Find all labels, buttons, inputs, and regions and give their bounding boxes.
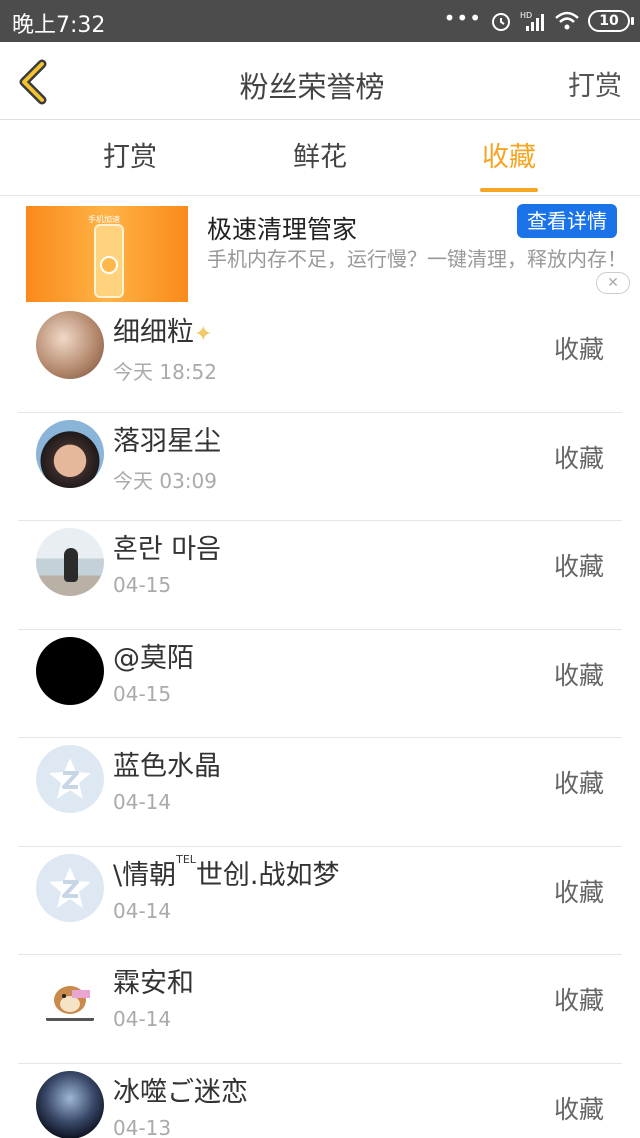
page-title: 粉丝荣誉榜 bbox=[239, 70, 385, 104]
speed-badge-icon bbox=[100, 256, 118, 274]
list-item[interactable]: 细细粒✦ 今天 18:52 收藏 bbox=[0, 304, 640, 413]
user-name: @莫陌 bbox=[113, 642, 194, 674]
hamster-avatar-icon bbox=[46, 986, 94, 1021]
ad-banner[interactable]: 手机加速 极速清理管家 查看详情 手机内存不足，运行慢？一键清理，释放内存！ ✕ bbox=[0, 196, 640, 304]
item-action: 收藏 bbox=[553, 335, 604, 364]
user-name: 落羽星尘 bbox=[113, 425, 221, 457]
reward-button[interactable]: 打赏 bbox=[568, 64, 622, 103]
list-item[interactable]: 혼란 마음 04-15 收藏 bbox=[0, 521, 640, 630]
user-name: 蓝色水晶 bbox=[113, 751, 221, 782]
more-dots-icon: ••• bbox=[443, 6, 482, 30]
item-action: 收藏 bbox=[553, 877, 604, 907]
svg-text:HD: HD bbox=[520, 11, 532, 20]
item-action: 收藏 bbox=[553, 769, 604, 798]
status-bar: 晚上7:32 ••• HD 10 bbox=[0, 0, 640, 42]
item-time: 04-13 bbox=[113, 1115, 172, 1138]
ad-thumbnail[interactable]: 手机加速 bbox=[26, 206, 188, 302]
item-time: 04-14 bbox=[113, 790, 172, 814]
user-name: \情朝TEL世创.战如梦 bbox=[113, 853, 340, 892]
wifi-icon bbox=[555, 11, 579, 30]
item-time: 今天 18:52 bbox=[113, 360, 217, 384]
item-time: 04-15 bbox=[113, 573, 172, 597]
item-time: 今天 03:09 bbox=[113, 468, 217, 493]
list-item[interactable]: 落羽星尘 今天 03:09 收藏 bbox=[0, 413, 640, 521]
list-item[interactable]: \情朝TEL世创.战如梦 04-14 收藏 bbox=[0, 847, 640, 955]
list-item[interactable]: 冰噬ご迷恋 04-13 收藏 bbox=[0, 1064, 640, 1138]
default-avatar-icon bbox=[49, 866, 91, 908]
battery-icon: 10 bbox=[588, 10, 634, 32]
list-item[interactable]: 蓝色水晶 04-14 收藏 bbox=[0, 738, 640, 847]
avatar[interactable] bbox=[36, 636, 104, 705]
ad-details-button[interactable]: 查看详情 bbox=[517, 204, 617, 238]
item-time: 04-14 bbox=[113, 1007, 172, 1031]
fan-list: 细细粒✦ 今天 18:52 收藏 落羽星尘 今天 03:09 收藏 혼란 마음 … bbox=[0, 304, 640, 1138]
item-action: 收藏 bbox=[553, 660, 604, 690]
avatar[interactable] bbox=[36, 528, 104, 596]
avatar[interactable] bbox=[36, 1070, 104, 1138]
list-item[interactable]: 霖安和 04-14 收藏 bbox=[0, 955, 640, 1064]
tab-active-indicator bbox=[480, 188, 538, 192]
user-name: 혼란 마음 bbox=[113, 534, 221, 565]
item-action: 收藏 bbox=[553, 1094, 604, 1124]
tab-bar: 打赏 鲜花 收藏 bbox=[0, 120, 640, 196]
header: 粉丝荣誉榜 打赏 bbox=[0, 42, 640, 120]
default-avatar-icon bbox=[49, 758, 91, 799]
user-name: 霖安和 bbox=[113, 968, 194, 999]
item-action: 收藏 bbox=[553, 986, 604, 1015]
user-name: 细细粒✦ bbox=[113, 310, 212, 349]
tab-reward[interactable]: 打赏 bbox=[55, 120, 205, 196]
sparkle-icon: ✦ bbox=[194, 322, 213, 347]
status-time: 晚上7:32 bbox=[12, 13, 106, 38]
tab-favorites[interactable]: 收藏 bbox=[434, 120, 584, 196]
avatar[interactable] bbox=[36, 419, 104, 488]
user-name-prefix: \情朝 bbox=[113, 859, 177, 891]
signal-icon: HD bbox=[520, 11, 544, 31]
user-name-suffix: 世创.战如梦 bbox=[195, 859, 340, 891]
avatar[interactable] bbox=[36, 745, 104, 813]
item-time: 04-15 bbox=[113, 681, 172, 706]
ad-title: 极速清理管家 bbox=[207, 215, 358, 244]
avatar[interactable] bbox=[36, 962, 104, 1030]
ad-close-button[interactable]: ✕ bbox=[596, 272, 630, 294]
item-time: 04-14 bbox=[113, 898, 172, 923]
user-name-text: 细细粒 bbox=[113, 317, 194, 348]
ad-description: 手机内存不足，运行慢？一键清理，释放内存！ bbox=[207, 247, 627, 271]
user-name-sup: TEL bbox=[176, 852, 196, 866]
tab-flowers[interactable]: 鲜花 bbox=[245, 120, 395, 196]
user-name: 冰噬ご迷恋 bbox=[113, 1076, 248, 1108]
avatar[interactable] bbox=[36, 853, 104, 922]
item-action: 收藏 bbox=[553, 552, 604, 581]
avatar[interactable] bbox=[36, 311, 104, 379]
status-icons: ••• HD 10 bbox=[443, 6, 634, 34]
list-item[interactable]: @莫陌 04-15 收藏 bbox=[0, 630, 640, 738]
item-action: 收藏 bbox=[553, 443, 604, 473]
alarm-icon bbox=[492, 13, 510, 31]
